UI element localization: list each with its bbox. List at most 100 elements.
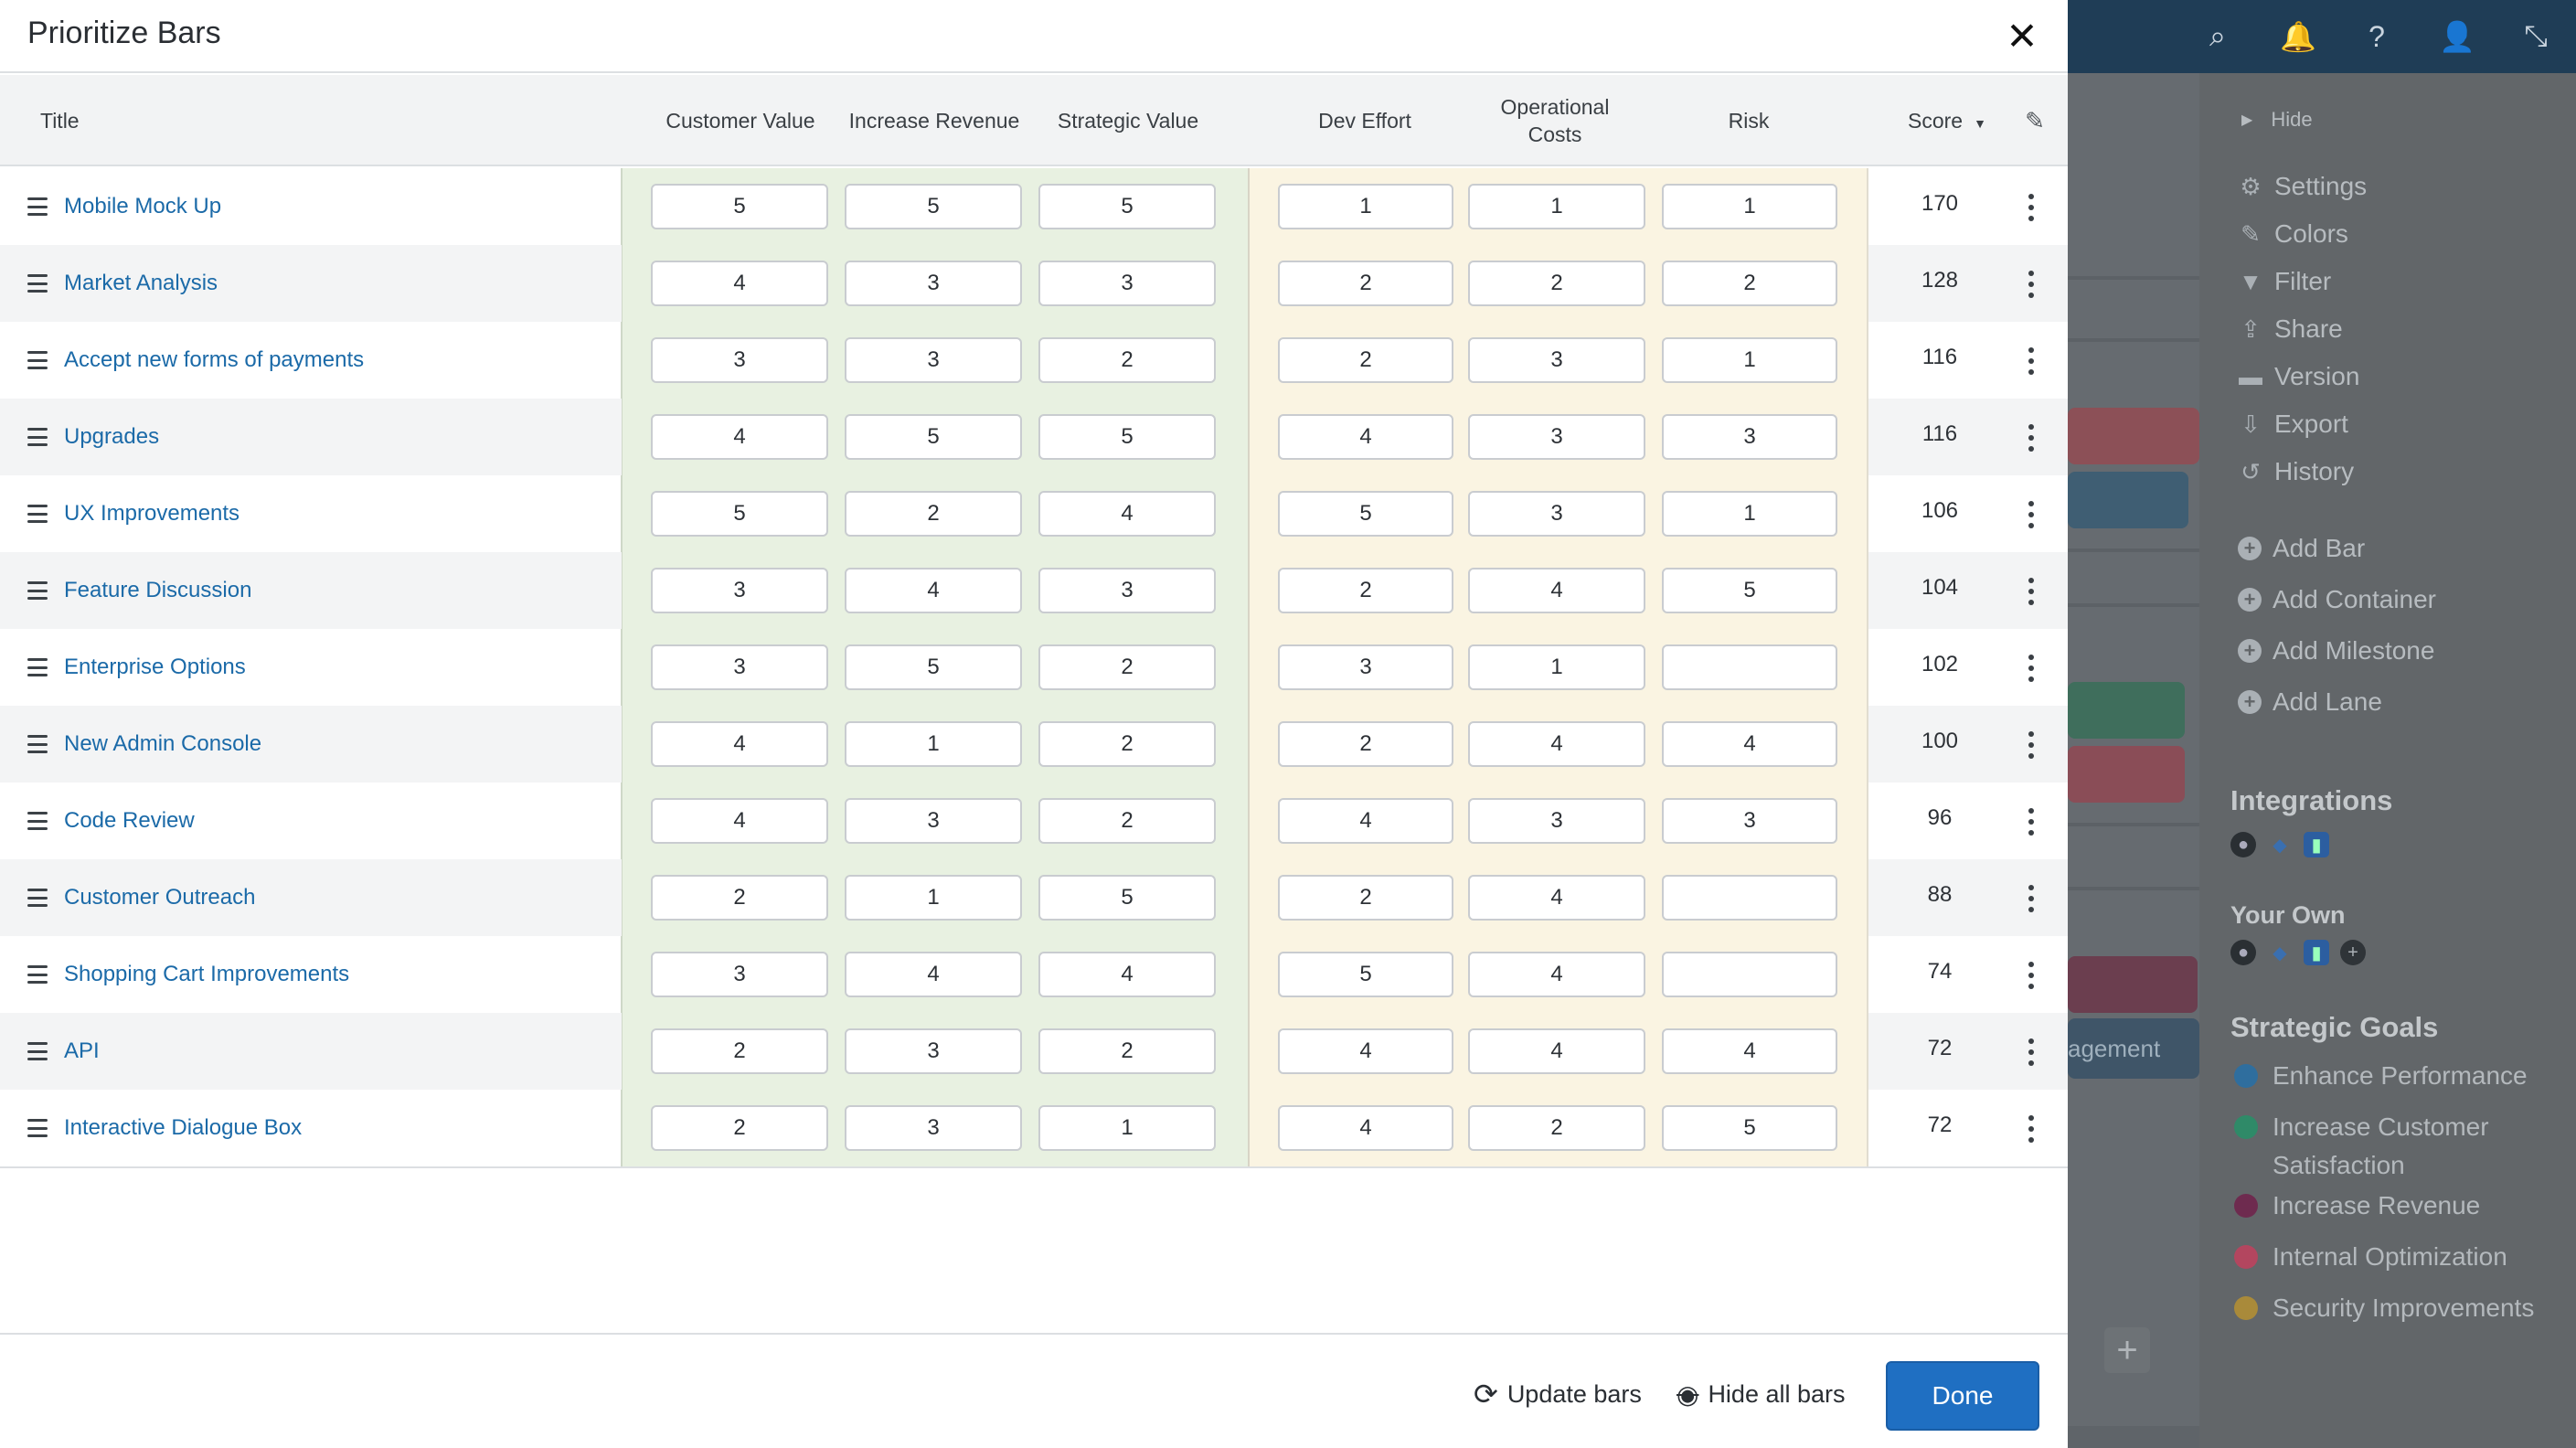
increase-revenue-input[interactable]: 4: [845, 568, 1022, 613]
bar-title-link[interactable]: Interactive Dialogue Box: [64, 1115, 302, 1141]
more-options-icon[interactable]: [2024, 271, 2038, 298]
increase-revenue-input[interactable]: 3: [845, 261, 1022, 306]
customer-value-input[interactable]: 2: [651, 1028, 828, 1074]
dev-effort-input[interactable]: 4: [1278, 1105, 1453, 1151]
dev-effort-input[interactable]: 4: [1278, 1028, 1453, 1074]
operational-costs-input[interactable]: 4: [1468, 1028, 1645, 1074]
plus-circle-icon[interactable]: +: [2340, 940, 2366, 965]
risk-input[interactable]: 3: [1662, 798, 1837, 844]
drag-handle-icon[interactable]: [27, 197, 48, 216]
user-icon[interactable]: 👤: [2437, 16, 2477, 57]
update-bars-button[interactable]: ⟳ Update bars: [1474, 1371, 1642, 1417]
dev-effort-input[interactable]: 5: [1278, 491, 1453, 537]
drag-handle-icon[interactable]: [27, 889, 48, 907]
strategic-value-input[interactable]: 4: [1038, 491, 1216, 537]
customer-value-input[interactable]: 2: [651, 875, 828, 921]
dev-effort-input[interactable]: 4: [1278, 798, 1453, 844]
strategic-value-input[interactable]: 2: [1038, 337, 1216, 383]
done-button[interactable]: Done: [1886, 1361, 2039, 1431]
bar-title-link[interactable]: Accept new forms of payments: [64, 347, 364, 373]
more-options-icon[interactable]: [2024, 1115, 2038, 1143]
risk-input[interactable]: 4: [1662, 721, 1837, 767]
sidebar-item-version[interactable]: ▬ Version: [2238, 362, 2359, 391]
strategic-value-input[interactable]: 5: [1038, 184, 1216, 229]
dev-effort-input[interactable]: 4: [1278, 414, 1453, 460]
customer-value-input[interactable]: 4: [651, 261, 828, 306]
github-icon[interactable]: ●: [2230, 832, 2256, 857]
bar-title-link[interactable]: Code Review: [64, 808, 195, 834]
dev-effort-input[interactable]: 2: [1278, 261, 1453, 306]
strategic-goal-item[interactable]: Internal Optimization: [2234, 1238, 2563, 1276]
bar-title-link[interactable]: API: [64, 1038, 100, 1064]
drag-handle-icon[interactable]: [27, 1119, 48, 1137]
bar-title-link[interactable]: Shopping Cart Improvements: [64, 962, 349, 987]
trello-icon[interactable]: ▮: [2304, 940, 2329, 965]
operational-costs-input[interactable]: 3: [1468, 414, 1645, 460]
risk-input[interactable]: 1: [1662, 337, 1837, 383]
bar-title-link[interactable]: Feature Discussion: [64, 578, 251, 603]
risk-input[interactable]: [1662, 952, 1837, 997]
canvas-bar[interactable]: [2068, 408, 2199, 464]
operational-costs-input[interactable]: 3: [1468, 337, 1645, 383]
more-options-icon[interactable]: [2024, 194, 2038, 221]
operational-costs-input[interactable]: 3: [1468, 798, 1645, 844]
strategic-value-input[interactable]: 3: [1038, 261, 1216, 306]
drag-handle-icon[interactable]: [27, 581, 48, 600]
drag-handle-icon[interactable]: [27, 351, 48, 369]
strategic-value-input[interactable]: 5: [1038, 414, 1216, 460]
sidebar-add-milestone[interactable]: + Add Milestone: [2238, 636, 2434, 665]
strategic-goal-item[interactable]: Increase Customer Satisfaction: [2234, 1108, 2563, 1185]
drag-handle-icon[interactable]: [27, 505, 48, 523]
customer-value-input[interactable]: 2: [651, 1105, 828, 1151]
sidebar-item-history[interactable]: ↺ History: [2238, 457, 2354, 486]
increase-revenue-input[interactable]: 3: [845, 337, 1022, 383]
pencil-icon[interactable]: ✎: [2017, 75, 2053, 166]
strategic-value-input[interactable]: 4: [1038, 952, 1216, 997]
more-options-icon[interactable]: [2024, 347, 2038, 375]
jira-icon[interactable]: ◆: [2267, 832, 2293, 857]
drag-handle-icon[interactable]: [27, 274, 48, 293]
zoom-plus-button[interactable]: +: [2104, 1327, 2150, 1373]
drag-handle-icon[interactable]: [27, 1042, 48, 1060]
strategic-value-input[interactable]: 2: [1038, 721, 1216, 767]
customer-value-input[interactable]: 4: [651, 721, 828, 767]
sidebar-item-export[interactable]: ⇩ Export: [2238, 410, 2348, 439]
more-options-icon[interactable]: [2024, 424, 2038, 452]
operational-costs-input[interactable]: 4: [1468, 875, 1645, 921]
canvas-bar[interactable]: [2068, 682, 2185, 739]
increase-revenue-input[interactable]: 1: [845, 875, 1022, 921]
increase-revenue-input[interactable]: 4: [845, 952, 1022, 997]
customer-value-input[interactable]: 4: [651, 414, 828, 460]
canvas-bar[interactable]: [2068, 472, 2188, 528]
strategic-value-input[interactable]: 2: [1038, 1028, 1216, 1074]
sidebar-add-lane[interactable]: + Add Lane: [2238, 687, 2382, 717]
customer-value-input[interactable]: 3: [651, 644, 828, 690]
strategic-value-input[interactable]: 3: [1038, 568, 1216, 613]
dev-effort-input[interactable]: 2: [1278, 875, 1453, 921]
bar-title-link[interactable]: Market Analysis: [64, 271, 218, 296]
sidebar-item-filter[interactable]: ▼ Filter: [2238, 267, 2331, 296]
drag-handle-icon[interactable]: [27, 965, 48, 984]
hide-all-bars-button[interactable]: ◉ Hide all bars: [1677, 1371, 1846, 1417]
canvas-bar[interactable]: [2068, 956, 2198, 1013]
increase-revenue-input[interactable]: 5: [845, 184, 1022, 229]
operational-costs-input[interactable]: 2: [1468, 261, 1645, 306]
strategic-value-input[interactable]: 2: [1038, 798, 1216, 844]
bell-icon[interactable]: 🔔: [2278, 16, 2318, 57]
customer-value-input[interactable]: 5: [651, 184, 828, 229]
dev-effort-input[interactable]: 3: [1278, 644, 1453, 690]
more-options-icon[interactable]: [2024, 885, 2038, 912]
sidebar-item-colors[interactable]: ✎ Colors: [2238, 219, 2348, 249]
fullscreen-icon[interactable]: ⤡: [2516, 16, 2556, 57]
customer-value-input[interactable]: 3: [651, 337, 828, 383]
risk-input[interactable]: 2: [1662, 261, 1837, 306]
drag-handle-icon[interactable]: [27, 658, 48, 676]
increase-revenue-input[interactable]: 1: [845, 721, 1022, 767]
more-options-icon[interactable]: [2024, 962, 2038, 989]
operational-costs-input[interactable]: 1: [1468, 644, 1645, 690]
more-options-icon[interactable]: [2024, 808, 2038, 836]
operational-costs-input[interactable]: 3: [1468, 491, 1645, 537]
search-icon[interactable]: ⌕: [2198, 16, 2238, 57]
sidebar-item-settings[interactable]: ⚙ Settings: [2238, 172, 2367, 201]
risk-input[interactable]: 1: [1662, 184, 1837, 229]
